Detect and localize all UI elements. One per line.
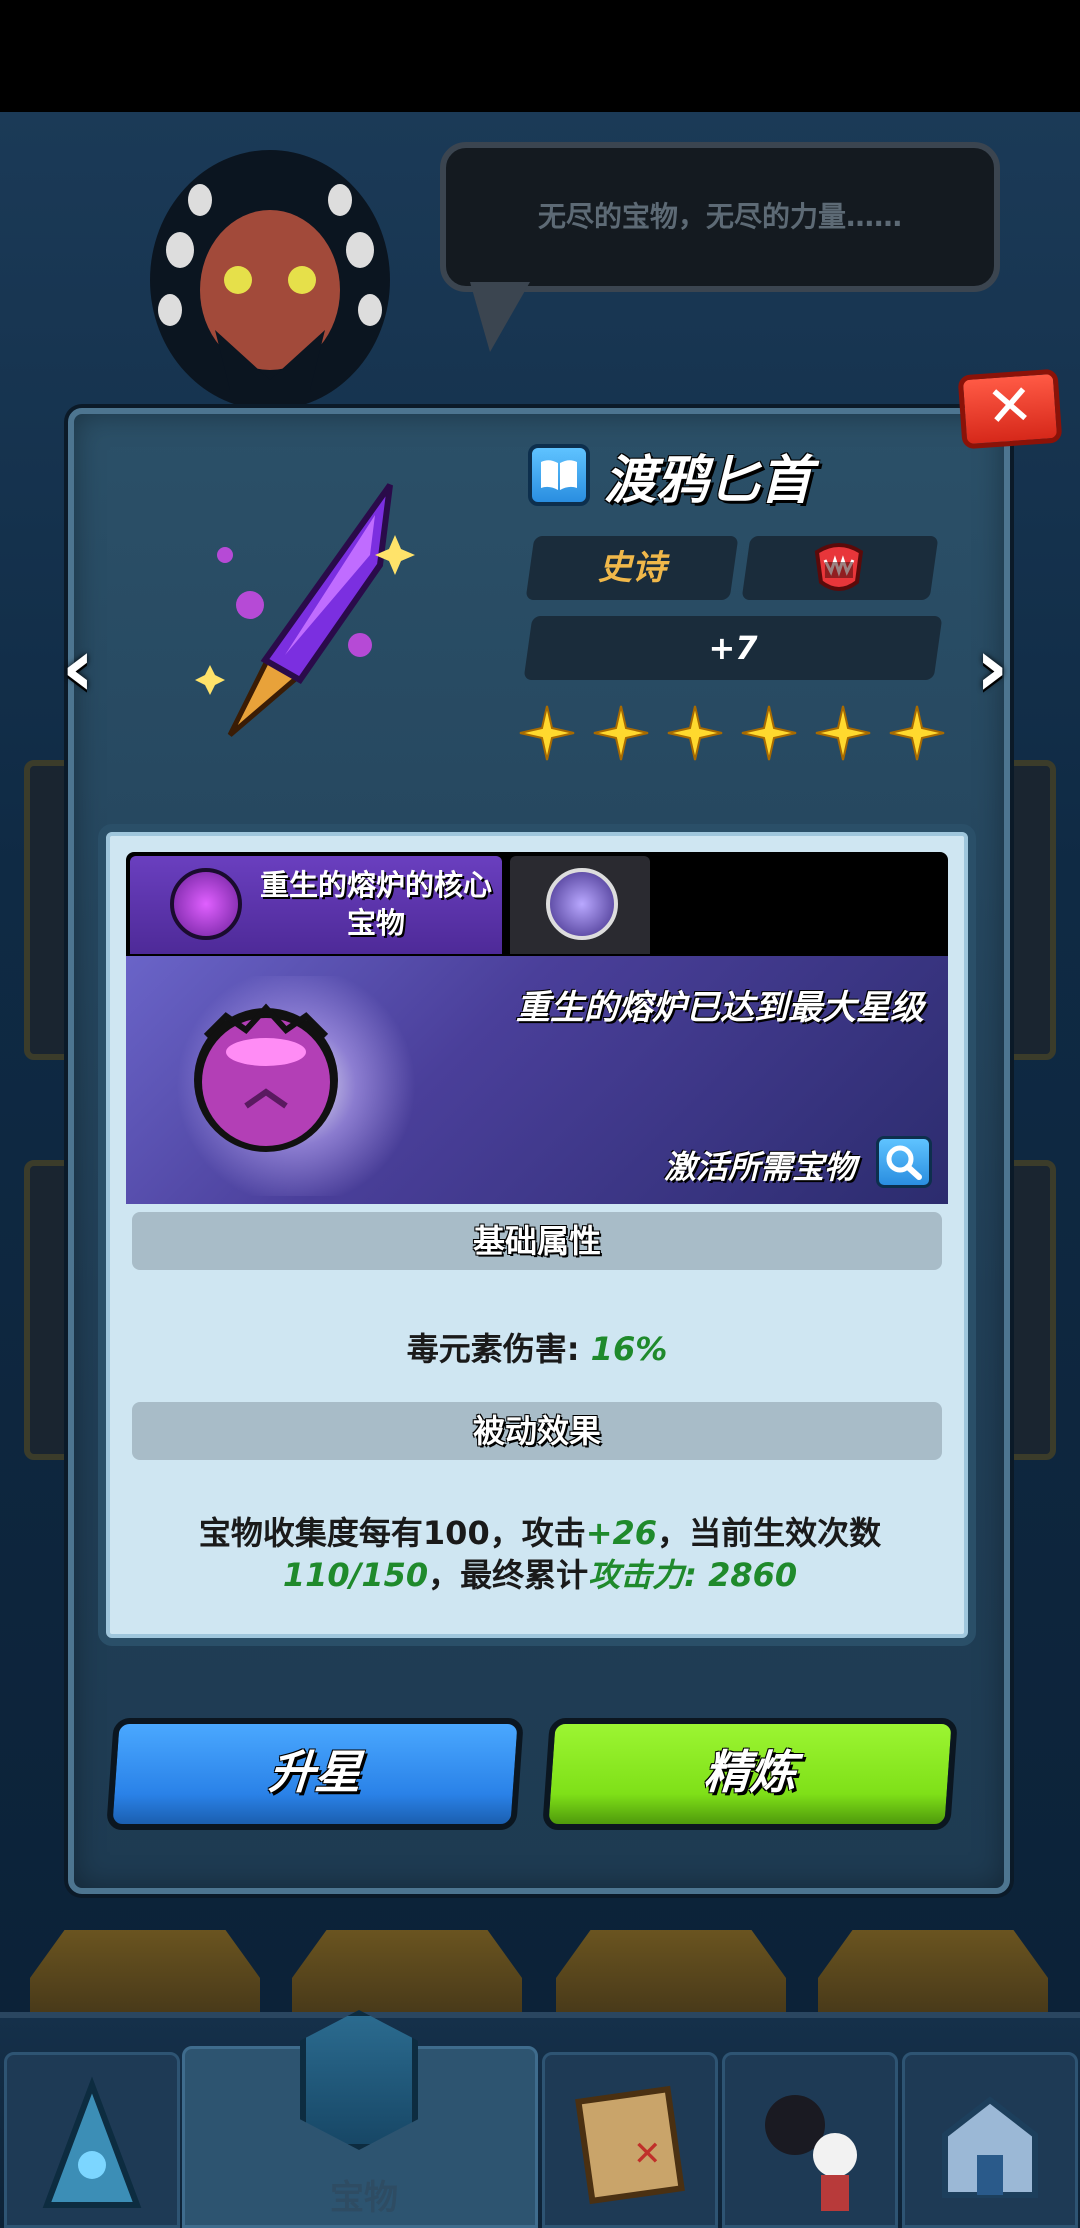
speech-bubble: 无尽的宝物，无尽的力量…… [440, 142, 1000, 292]
star-rating [518, 704, 946, 762]
monster-mouth-icon [745, 536, 933, 615]
star-icon [593, 705, 649, 761]
characters-icon [765, 2095, 857, 2211]
passive-attack-bonus: +26 [585, 1514, 658, 1552]
npc-character [150, 150, 390, 410]
search-icon[interactable] [876, 1136, 932, 1188]
rarity-label: 史诗 [598, 548, 666, 588]
passive-text-2: ，当前生效次数 [657, 1514, 882, 1552]
star-up-button[interactable]: 升星 [106, 1718, 524, 1830]
banner-title: 重生的熔炉已达到最大星级 [516, 988, 924, 1028]
nav-label-treasure: 宝物 [330, 2178, 398, 2218]
passive-description: 宝物收集度每有100，攻击+26，当前生效次数 110/150，最终累计攻击力: … [150, 1512, 930, 1596]
passive-text-1: 宝物收集度每有100，攻击 [198, 1514, 586, 1552]
svg-text:✕: ✕ [633, 2134, 662, 2174]
map-icon: ✕ [575, 2085, 685, 2205]
close-button[interactable]: ✕ [957, 368, 1063, 450]
activate-required-label: 激活所需宝物 [663, 1148, 856, 1186]
dagger-icon [195, 483, 415, 737]
passive-text-3: ，最终累计 [428, 1556, 589, 1594]
rarity-badge: 史诗 [525, 536, 739, 600]
passive-count: 110/150 [282, 1556, 429, 1594]
type-badge [741, 536, 939, 600]
level-label: +7 [708, 629, 758, 667]
set-banner: 重生的熔炉已达到最大星级 激活所需宝物 [126, 956, 948, 1204]
star-icon [815, 705, 871, 761]
item-title-row: 渡鸦匕首 [528, 440, 813, 511]
star-icon [741, 705, 797, 761]
level-badge: +7 [523, 616, 943, 680]
shop-icon [942, 2096, 1038, 2198]
tab-set-core-label: 重生的熔炉的核心宝物 [259, 868, 492, 940]
nav-item-hero[interactable] [4, 2052, 180, 2228]
base-stat-value: 16% [590, 1330, 668, 1368]
nav-item-shop[interactable] [902, 2052, 1078, 2228]
refine-button[interactable]: 精炼 [542, 1718, 958, 1830]
item-name: 渡鸦匕首 [604, 450, 813, 511]
star-icon [667, 705, 723, 761]
prev-item-arrow[interactable]: ‹ [48, 628, 108, 708]
helmet-icon [42, 2076, 142, 2208]
cauldron-icon [170, 868, 242, 940]
cauldron-core-icon [194, 1003, 338, 1152]
status-bar [0, 0, 1080, 112]
next-item-arrow[interactable]: › [962, 628, 1022, 708]
dragon-icon [546, 868, 618, 940]
base-stat-label: 毒元素伤害: [406, 1330, 591, 1368]
passive-total-attack: 攻击力: 2860 [588, 1556, 798, 1594]
nav-item-characters[interactable] [722, 2052, 898, 2228]
base-attr-header: 基础属性 [132, 1212, 942, 1270]
star-icon [519, 705, 575, 761]
nav-item-map[interactable]: ✕ [542, 2052, 718, 2228]
passive-header: 被动效果 [132, 1402, 942, 1460]
book-icon[interactable] [528, 444, 590, 506]
base-stat-line: 毒元素伤害: 16% [132, 1324, 942, 1370]
star-icon [889, 705, 945, 761]
speech-bubble-tail [470, 282, 530, 352]
